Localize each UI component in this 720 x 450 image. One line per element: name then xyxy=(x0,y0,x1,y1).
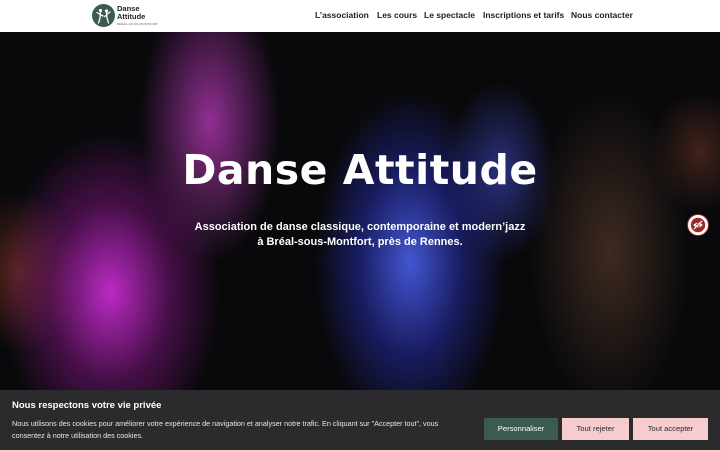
site-header: Danse Attitude BRÉAL-SOUS-MONTFORT L’ass… xyxy=(0,0,720,32)
nav-item-inscriptions[interactable]: Inscriptions et tarifs xyxy=(483,10,564,20)
customize-button[interactable]: Personnaliser xyxy=(484,418,558,440)
cookie-text: Nous utilisons des cookies pour améliore… xyxy=(12,419,439,440)
hero-title: Danse Attitude xyxy=(182,146,538,194)
nav-item-cours[interactable]: Les cours xyxy=(377,10,417,20)
hero-subtitle-line1: Association de danse classique, contempo… xyxy=(194,221,526,233)
accept-all-button[interactable]: Tout accepter xyxy=(633,418,708,440)
accessibility-eye-icon xyxy=(690,217,706,233)
hero-banner: Danse Attitude Association de danse clas… xyxy=(0,32,720,390)
cookie-banner: Nous respectons votre vie privée Nous ut… xyxy=(0,390,720,450)
nav-item-contact[interactable]: Nous contacter xyxy=(571,10,633,20)
nav-item-association[interactable]: L’association xyxy=(315,10,369,20)
logo-name-line2: Attitude xyxy=(117,12,146,21)
reject-all-button[interactable]: Tout rejeter xyxy=(562,418,629,440)
dancers-logo-icon xyxy=(92,4,115,27)
hero-subtitle: Association de danse classique, contempo… xyxy=(0,220,720,250)
accessibility-button[interactable] xyxy=(687,214,709,236)
logo-name: Danse Attitude xyxy=(117,5,145,21)
logo-tagline: BRÉAL-SOUS-MONTFORT xyxy=(117,22,159,26)
site-logo[interactable]: Danse Attitude BRÉAL-SOUS-MONTFORT xyxy=(92,4,162,28)
hero-subtitle-line2: à Bréal-sous-Montfort, près de Rennes. xyxy=(257,236,463,248)
nav-item-spectacle[interactable]: Le spectacle xyxy=(424,10,475,20)
cookie-title: Nous respectons votre vie privée xyxy=(12,400,162,411)
